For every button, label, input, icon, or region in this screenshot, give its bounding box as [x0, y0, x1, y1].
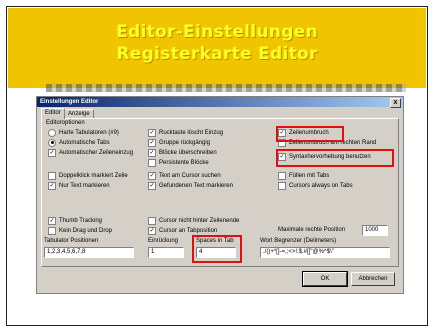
checkbox-icon: [148, 159, 156, 167]
ok-button[interactable]: OK: [302, 271, 348, 287]
close-icon[interactable]: x: [390, 98, 401, 108]
option-automatische-tabs[interactable]: Automatische Tabs: [48, 139, 110, 147]
cancel-button[interactable]: Abbrechen: [351, 272, 395, 286]
tab-editor[interactable]: Editor: [41, 108, 65, 119]
radio-icon: [48, 129, 56, 137]
dialog-title: Einstellungen Editor: [40, 99, 99, 105]
option-cursor-suchen[interactable]: ✓ Text am Cursor suchen: [148, 172, 221, 180]
tab-pos-label: Tabulator Positionen: [44, 238, 99, 244]
group-label: Editoroptionen: [46, 120, 85, 126]
option-cursor-tabs[interactable]: Cursors always on Tabs: [278, 182, 353, 190]
checkbox-icon: [278, 182, 286, 190]
maxpos-label: Maximale rechte Position: [278, 227, 346, 233]
highlight-spaces: [192, 235, 242, 263]
option-nur-text[interactable]: ✓ Nur Text markieren: [48, 182, 110, 190]
tab-pos-input[interactable]: 1,2,3,4,5,6,7,8: [44, 247, 134, 258]
radio-icon: [48, 139, 56, 147]
einrueck-label: Einrückung: [148, 238, 179, 244]
checkbox-icon: ✓: [48, 217, 56, 225]
wort-input[interactable]: ./()+*[]-=,;<>!.$,#[]"@%^$\": [260, 247, 390, 258]
option-gruppe[interactable]: ✓ Gruppe rückgängig: [148, 139, 210, 147]
option-harte-tabulatoren[interactable]: Harte Tabulatoren (#9): [48, 129, 119, 137]
checkbox-icon: [278, 172, 286, 180]
screenshot-torn-edge: [46, 84, 406, 92]
maxpos-input[interactable]: 1000: [362, 225, 388, 236]
option-fuellen[interactable]: Füllen mit Tabs: [278, 172, 329, 180]
checkbox-icon: ✓: [148, 172, 156, 180]
option-gefunden[interactable]: ✓ Gefundenen Text markieren: [148, 182, 233, 190]
checkbox-icon: ✓: [48, 182, 56, 190]
option-cursor-nicht[interactable]: Cursor nicht hinter Zeilenende: [148, 217, 239, 225]
option-kein-drag[interactable]: Kein Drag und Drop: [48, 227, 112, 235]
checkbox-icon: ✓: [148, 182, 156, 190]
checkbox-icon: ✓: [48, 149, 56, 157]
checkbox-icon: ✓: [148, 149, 156, 157]
wort-label: Wort Begrenzer (Delimeters): [260, 238, 337, 244]
option-cursor-tab[interactable]: ✓ Cursor an Tabposition: [148, 227, 217, 235]
option-doppelklick[interactable]: Doppelklick markiert Zeile: [48, 172, 128, 180]
option-automatischer-zeileneinzug[interactable]: ✓ Automatischer Zeileneinzug: [48, 149, 133, 157]
slide-title-line1: Editor-Einstellungen: [116, 22, 318, 42]
slide-title-line2: Registerkarte Editor: [116, 44, 318, 64]
checkbox-icon: ✓: [148, 227, 156, 235]
checkbox-icon: ✓: [148, 139, 156, 147]
option-ruecktaste[interactable]: ✓ Rucktaste löscht Einzug: [148, 129, 223, 137]
option-bloecke[interactable]: ✓ Blöcke überschreiben: [148, 149, 217, 157]
checkbox-icon: [48, 172, 56, 180]
editor-options-panel: Editoroptionen Harte Tabulatoren (#9) Au…: [41, 118, 399, 267]
slide-header: Editor-Einstellungen Registerkarte Edito…: [8, 8, 426, 88]
settings-dialog: Einstellungen Editor x Editor Anzeige Ed…: [36, 96, 404, 294]
option-thumb-tracking[interactable]: ✓ Thumb Tracking: [48, 217, 102, 225]
checkbox-icon: ✓: [148, 129, 156, 137]
checkbox-icon: [148, 217, 156, 225]
dialog-titlebar: Einstellungen Editor x: [37, 97, 403, 108]
highlight-syntax: [276, 149, 394, 167]
highlight-zeilenumbruch: [276, 126, 344, 142]
einrueck-input[interactable]: 1: [148, 247, 184, 258]
checkbox-icon: [48, 227, 56, 235]
option-persistent[interactable]: Persistente Blöcke: [148, 159, 209, 167]
